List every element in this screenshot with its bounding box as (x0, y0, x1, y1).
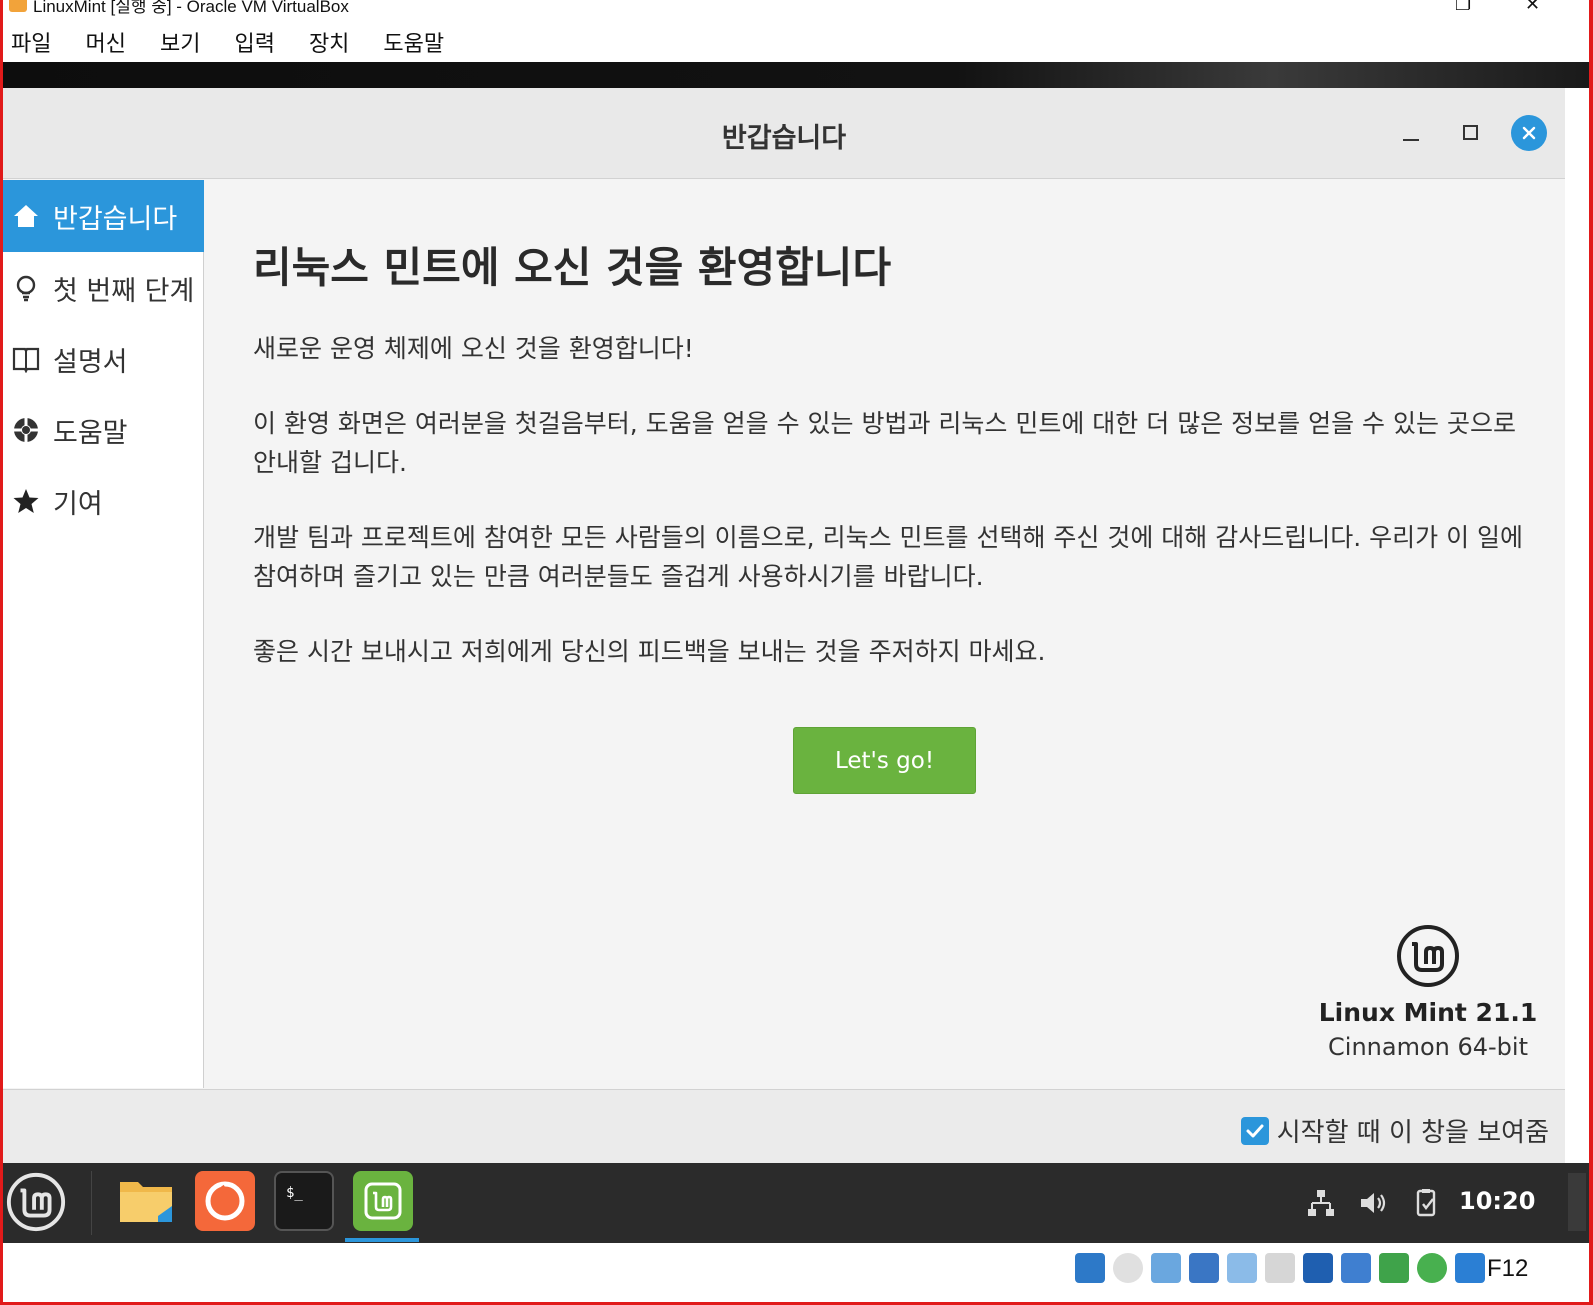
virtualbox-app-icon (9, 0, 27, 12)
page-heading: 리눅스 민트에 오신 것을 환영합니다 (253, 243, 892, 292)
volume-icon[interactable] (1357, 1187, 1389, 1219)
show-on-startup-toggle[interactable]: 시작할 때 이 창을 보여줌 (1240, 1112, 1549, 1149)
book-icon (11, 344, 41, 374)
hard-disk-icon[interactable] (1075, 1253, 1105, 1283)
recording-icon[interactable] (1341, 1253, 1371, 1283)
maximize-icon (1462, 124, 1478, 140)
optical-drive-icon[interactable] (1113, 1253, 1143, 1283)
thanks-paragraph: 개발 팀과 프로젝트에 참여한 모든 사람들의 이름으로, 리눅스 민트를 선택… (253, 523, 1524, 591)
menu-view[interactable]: 보기 (160, 26, 200, 58)
firefox-icon (205, 1181, 245, 1221)
show-on-startup-checkbox[interactable] (1240, 1116, 1269, 1145)
home-icon (11, 201, 41, 231)
mouse-integration-icon[interactable] (1455, 1253, 1485, 1283)
lets-go-button[interactable]: Let's go! (793, 727, 976, 794)
mint-welcome-icon (364, 1182, 402, 1220)
brand-name: Linux Mint 21.1 (1318, 998, 1538, 1027)
sidebar-item-label: 반갑습니다 (53, 203, 178, 235)
sidebar-item-contribute[interactable]: 기여 (3, 465, 204, 537)
brand-edition: Cinnamon 64-bit (1328, 1033, 1528, 1061)
welcome-window: 반갑습니다 반갑습니다 첫 번째 단계 설명서 도움말 기여 리눅스 민트에 오… (3, 88, 1565, 1163)
host-menu-bar: 파일 머신 보기 입력 장치 도움말 (3, 22, 1589, 62)
close-icon (1522, 126, 1536, 140)
sidebar: 반갑습니다 첫 번째 단계 설명서 도움말 기여 (3, 180, 204, 1088)
intro-paragraph: 새로운 운영 체제에 오신 것을 환영합니다! (253, 334, 694, 363)
menu-input[interactable]: 입력 (234, 26, 274, 58)
sidebar-item-label: 도움말 (53, 417, 128, 449)
menu-machine[interactable]: 머신 (85, 26, 125, 58)
menu-devices[interactable]: 장치 (309, 26, 349, 58)
menu-help[interactable]: 도움말 (383, 26, 444, 58)
cpu-icon[interactable] (1379, 1253, 1409, 1283)
sidebar-item-label: 설명서 (53, 346, 128, 378)
sidebar-item-label: 첫 번째 단계 (53, 275, 195, 307)
mint-menu-icon[interactable] (5, 1171, 67, 1233)
star-icon (11, 486, 41, 516)
host-title-bar: LinuxMint [실행 중] - Oracle VM VirtualBox … (3, 0, 1589, 22)
clock[interactable]: 10:20 (1459, 1187, 1535, 1215)
show-on-startup-label: 시작할 때 이 창을 보여줌 (1276, 1118, 1549, 1148)
audio-icon[interactable] (1151, 1253, 1181, 1283)
close-button[interactable] (1511, 115, 1547, 151)
network-icon[interactable] (1305, 1187, 1337, 1219)
sidebar-item-welcome[interactable]: 반갑습니다 (3, 180, 204, 252)
minimize-icon (1403, 139, 1419, 141)
terminal-icon: $_ (286, 1185, 303, 1201)
welcome-content: 리눅스 민트에 오신 것을 환영합니다 새로운 운영 체제에 오신 것을 환영합… (253, 234, 1533, 707)
window-footer: 시작할 때 이 창을 보여줌 (3, 1089, 1565, 1163)
brand-block: Linux Mint 21.1 Cinnamon 64-bit (1303, 924, 1553, 1061)
lightbulb-icon (11, 273, 41, 303)
active-window-indicator (345, 1238, 419, 1242)
maximize-button[interactable] (1452, 114, 1488, 150)
terminal-launcher[interactable]: $_ (274, 1171, 334, 1231)
display-icon[interactable] (1303, 1253, 1333, 1283)
guide-paragraph: 이 환영 화면은 여러분을 첫걸음부터, 도움을 얻을 수 있는 방법과 리눅스… (253, 409, 1516, 477)
window-header[interactable]: 반갑습니다 (3, 88, 1565, 179)
firefox-launcher[interactable] (195, 1171, 255, 1231)
linux-mint-logo-icon (1397, 925, 1459, 987)
checkmark-icon (1246, 1124, 1264, 1137)
taskbar-handle (1568, 1173, 1586, 1231)
guest-desktop-background (3, 62, 1589, 88)
menu-file[interactable]: 파일 (11, 26, 51, 58)
sidebar-item-label: 기여 (53, 488, 103, 520)
host-key-label: F12 (1487, 1255, 1529, 1282)
minimize-button[interactable] (1393, 114, 1429, 150)
folder-icon (120, 1182, 172, 1222)
network-adapter-icon[interactable] (1189, 1253, 1219, 1283)
virtualbox-status-bar: F12 (3, 1243, 1589, 1302)
sidebar-item-documentation[interactable]: 설명서 (3, 323, 204, 395)
update-manager-icon[interactable] (1411, 1187, 1443, 1219)
usb-icon[interactable] (1227, 1253, 1257, 1283)
window-title: 반갑습니다 (721, 123, 847, 154)
host-restore-icon[interactable]: ❐ (1455, 0, 1471, 15)
taskbar-separator (91, 1171, 92, 1235)
taskbar: $_ 10:20 (3, 1163, 1589, 1243)
host-close-icon[interactable]: ✕ (1525, 0, 1540, 15)
svg-text:$_: $_ (286, 1185, 303, 1201)
files-launcher[interactable] (116, 1171, 176, 1231)
vt-x-icon[interactable] (1417, 1253, 1447, 1283)
sidebar-item-first-steps[interactable]: 첫 번째 단계 (3, 252, 204, 324)
feedback-paragraph: 좋은 시간 보내시고 저희에게 당신의 피드백을 보내는 것을 주저하지 마세요… (253, 637, 1046, 666)
host-window-title: LinuxMint [실행 중] - Oracle VM VirtualBox (33, 0, 349, 16)
welcome-launcher[interactable] (353, 1171, 413, 1231)
sidebar-item-help[interactable]: 도움말 (3, 394, 204, 466)
shared-folders-icon[interactable] (1265, 1253, 1295, 1283)
lifebuoy-icon (11, 415, 41, 445)
